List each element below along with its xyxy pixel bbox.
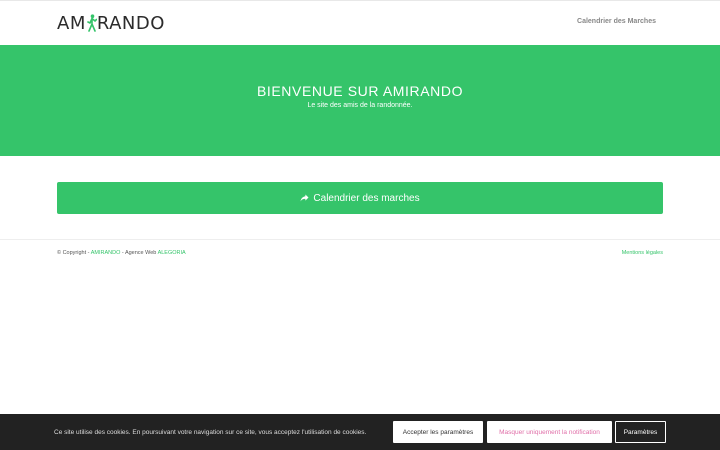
hiker-icon bbox=[87, 14, 97, 32]
site-logo[interactable]: AM RANDO bbox=[57, 12, 165, 34]
amirando-link[interactable]: AMIRANDO bbox=[91, 250, 121, 256]
hero-subtitle: Le site des amis de la randonnée. bbox=[307, 102, 413, 109]
cookie-bar: Ce site utilise des cookies. En poursuiv… bbox=[0, 414, 720, 450]
page: AM RANDO Calendrier des Marches BIENVENU… bbox=[0, 0, 720, 450]
nav-link-calendrier[interactable]: Calendrier des Marches bbox=[577, 18, 656, 25]
copyright-prefix: © Copyright - bbox=[57, 250, 91, 256]
site-header: AM RANDO Calendrier des Marches bbox=[0, 0, 720, 45]
alegoria-link[interactable]: ALEGORIA bbox=[158, 250, 186, 256]
calendrier-button[interactable]: Calendrier des marches bbox=[57, 182, 663, 214]
calendrier-button-label: Calendrier des marches bbox=[313, 192, 420, 204]
cookie-message: Ce site utilise des cookies. En poursuiv… bbox=[54, 429, 367, 436]
accept-settings-button[interactable]: Accepter les paramètres bbox=[393, 421, 483, 443]
share-arrow-icon bbox=[300, 194, 309, 202]
agency-prefix: - Agence Web bbox=[120, 250, 158, 256]
hero-title: BIENVENUE SUR AMIRANDO bbox=[256, 83, 464, 99]
cookie-settings-button[interactable]: Paramètres bbox=[615, 421, 666, 443]
logo-text-right: RANDO bbox=[96, 12, 165, 34]
logo-text-left: AM bbox=[57, 12, 86, 34]
hide-notification-button[interactable]: Masquer uniquement la notification bbox=[487, 421, 612, 443]
copyright: © Copyright - AMIRANDO - Agence Web ALEG… bbox=[57, 250, 186, 256]
site-footer: © Copyright - AMIRANDO - Agence Web ALEG… bbox=[0, 239, 720, 269]
mentions-legales-link[interactable]: Mentions légales bbox=[622, 250, 663, 256]
hero-banner: BIENVENUE SUR AMIRANDO Le site des amis … bbox=[0, 45, 720, 156]
